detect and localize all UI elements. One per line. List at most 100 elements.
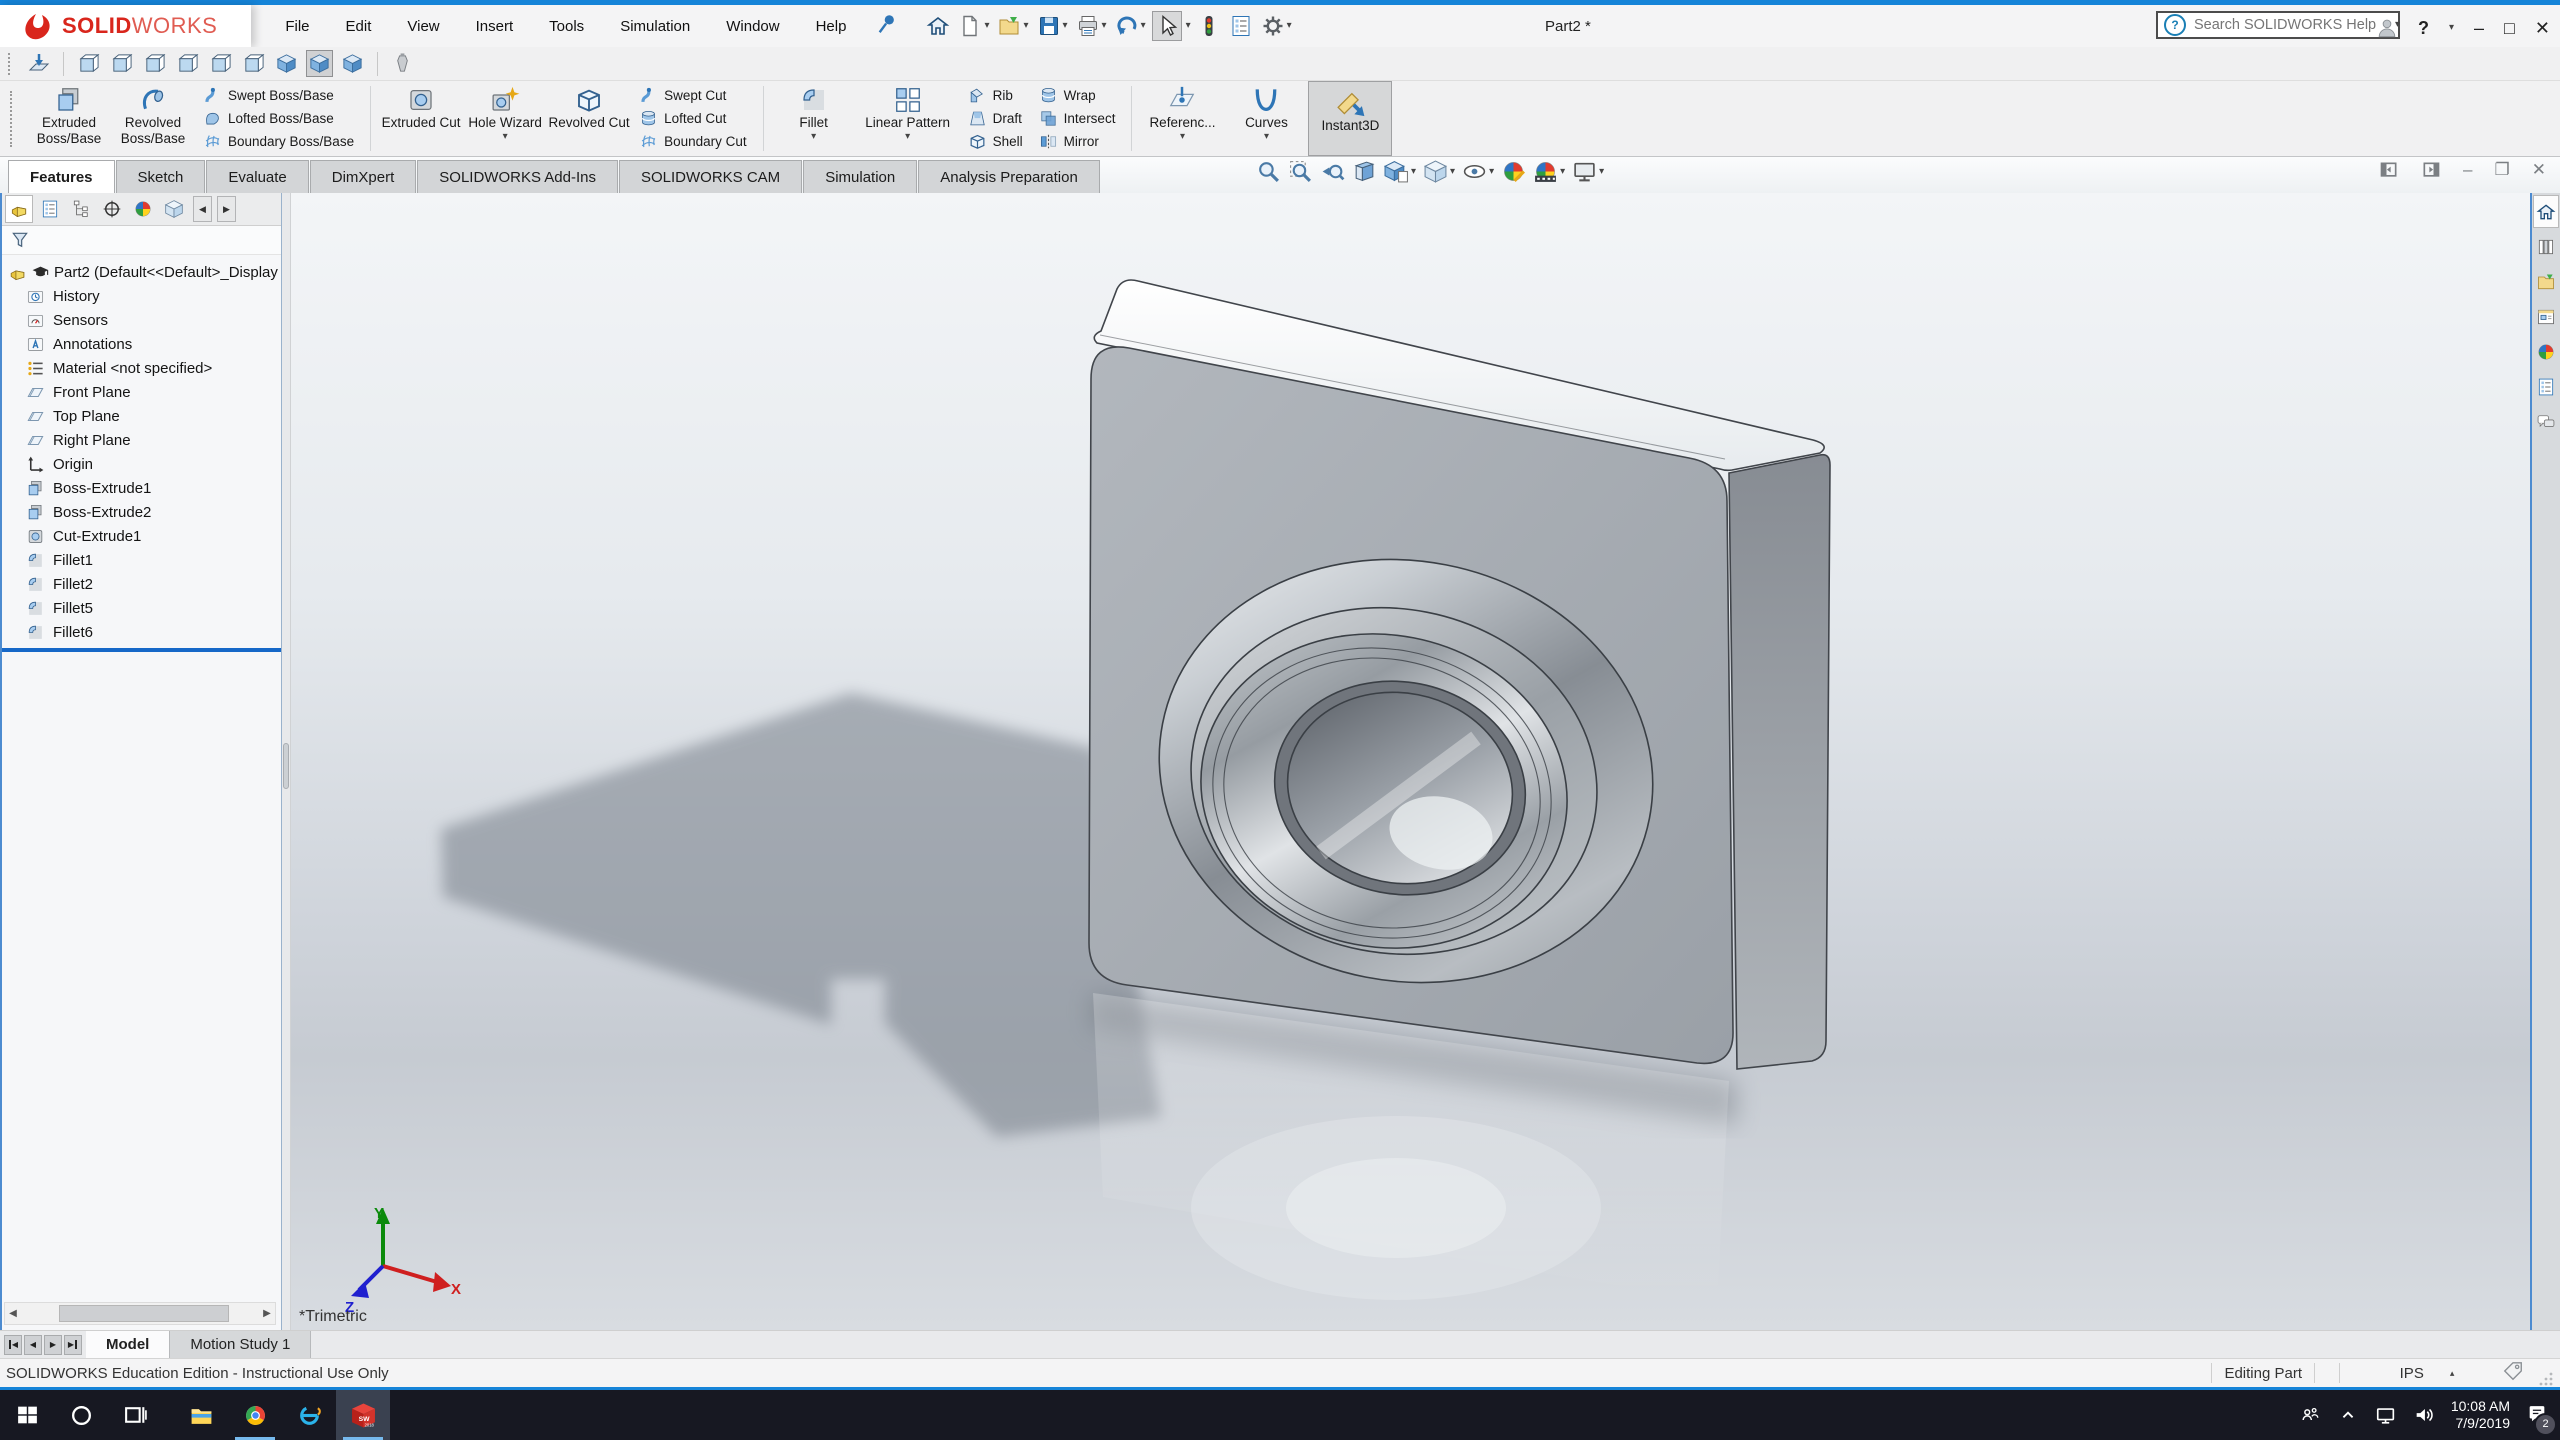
dropdown-icon[interactable]: ▾ — [1102, 21, 1107, 31]
shell-button[interactable]: Shell — [968, 131, 1023, 152]
normal-to-button[interactable] — [25, 50, 52, 77]
dimxpertmanager-tab[interactable] — [98, 195, 126, 223]
edit-appearance-button[interactable] — [1501, 159, 1526, 184]
dropdown-icon[interactable]: ▾ — [1063, 21, 1068, 31]
scrollbar-thumb[interactable] — [59, 1305, 229, 1322]
splitter-grip[interactable] — [283, 743, 289, 789]
panel-splitter[interactable] — [282, 193, 291, 1330]
hole-wizard-button[interactable]: Hole Wizard ▾ — [463, 81, 547, 156]
scroll-right-icon[interactable]: ▶ — [259, 1308, 275, 1319]
hidden-icons-chevron-icon[interactable] — [2337, 1404, 2359, 1426]
close-button[interactable]: ✕ — [2535, 18, 2550, 39]
displaymanager-tab[interactable] — [129, 195, 157, 223]
tree-item-fillet5[interactable]: Fillet5 — [2, 596, 281, 620]
instant3d-button[interactable]: Instant3D — [1308, 81, 1392, 156]
tab-solidworks-cam[interactable]: SOLIDWORKS CAM — [619, 160, 802, 193]
file-explorer-button[interactable] — [174, 1390, 228, 1440]
panel-tab-scroll-right[interactable]: ▶ — [217, 196, 236, 222]
tree-item-part-root[interactable]: Part2 (Default<<Default>_Display — [2, 260, 281, 284]
view-back-button[interactable] — [108, 50, 135, 77]
rollback-bar[interactable] — [2, 648, 281, 652]
tree-item-boss-extrude1[interactable]: Boss-Extrude1 — [2, 476, 281, 500]
taskpane-view-palette-tab[interactable] — [2533, 300, 2559, 333]
tab-simulation[interactable]: Simulation — [803, 160, 917, 193]
tab-solidworks-addins[interactable]: SOLIDWORKS Add-Ins — [417, 160, 618, 193]
solidworks-taskbar-button[interactable]: SW 2018 — [336, 1390, 390, 1440]
unit-system-selector[interactable]: IPS ▴ — [2352, 1365, 2502, 1382]
undo-button[interactable]: ▾ — [1113, 12, 1148, 40]
toolbar-drag-handle[interactable] — [8, 53, 15, 75]
graphics-viewport[interactable]: Y X Z *Trimetric — [291, 193, 2530, 1330]
display-style-button[interactable]: ▾ — [1423, 159, 1455, 184]
fillet-button[interactable]: Fillet ▾ — [772, 81, 856, 156]
dropdown-icon[interactable]: ▾ — [503, 132, 508, 142]
revolved-cut-button[interactable]: Revolved Cut — [547, 81, 631, 156]
dropdown-icon[interactable]: ▾ — [1450, 167, 1455, 177]
resize-grip[interactable] — [2538, 1371, 2554, 1387]
view-isometric-button[interactable] — [273, 50, 300, 77]
motion-study-tab[interactable]: Motion Study 1 — [170, 1331, 311, 1358]
dropdown-icon[interactable]: ▾ — [905, 132, 910, 142]
dropdown-icon[interactable]: ▾ — [811, 132, 816, 142]
taskpane-appearances-tab[interactable] — [2533, 335, 2559, 368]
dropdown-icon[interactable]: ▾ — [1599, 167, 1604, 177]
draft-button[interactable]: Draft — [968, 108, 1023, 129]
lofted-boss-button[interactable]: Lofted Boss/Base — [203, 108, 354, 129]
tags-button[interactable] — [2502, 1360, 2524, 1386]
taskpane-forum-tab[interactable] — [2533, 405, 2559, 438]
menu-simulation[interactable]: Simulation — [620, 18, 690, 35]
extruded-boss-button[interactable]: Extruded Boss/Base — [27, 81, 111, 156]
tab-analysis-preparation[interactable]: Analysis Preparation — [918, 160, 1100, 193]
taskpane-home-tab[interactable] — [2533, 195, 2559, 228]
collapse-right-panel-icon[interactable] — [2421, 160, 2441, 180]
tree-item-boss-extrude2[interactable]: Boss-Extrude2 — [2, 500, 281, 524]
tab-dimxpert[interactable]: DimXpert — [310, 160, 417, 193]
new-document-button[interactable]: ▾ — [956, 12, 991, 40]
dropdown-icon[interactable]: ▾ — [1560, 167, 1565, 177]
view-left-button[interactable] — [141, 50, 168, 77]
view-top-button[interactable] — [207, 50, 234, 77]
wrap-button[interactable]: Wrap — [1039, 85, 1116, 106]
tree-item-fillet2[interactable]: Fillet2 — [2, 572, 281, 596]
action-center-button[interactable]: 2 — [2526, 1402, 2548, 1429]
doc-minimize-button[interactable]: – — [2463, 160, 2472, 180]
propertymanager-tab[interactable] — [36, 195, 64, 223]
options-button[interactable]: ▾ — [1259, 12, 1294, 40]
reference-geometry-button[interactable]: Referenc... ▾ — [1140, 81, 1224, 156]
tree-horizontal-scrollbar[interactable]: ◀ ▶ — [4, 1302, 276, 1325]
doc-restore-button[interactable]: ❐ — [2495, 160, 2510, 180]
view-selector-button[interactable] — [389, 50, 416, 77]
search-input[interactable] — [2192, 16, 2383, 34]
view-orientation-button[interactable]: ▾ — [1384, 159, 1416, 184]
model-3d-view[interactable] — [291, 193, 2530, 1330]
tree-item-cut-extrude1[interactable]: Cut-Extrude1 — [2, 524, 281, 548]
dropdown-icon[interactable]: ▾ — [1287, 21, 1292, 31]
next-tab-button[interactable]: ▶ — [44, 1335, 62, 1355]
featuremanager-tree-tab[interactable] — [5, 195, 33, 223]
volume-icon[interactable] — [2413, 1404, 2435, 1426]
tree-item-origin[interactable]: Origin — [2, 452, 281, 476]
view-trimetric-button[interactable] — [306, 50, 333, 77]
model-tab[interactable]: Model — [86, 1331, 170, 1358]
dropdown-icon[interactable]: ▾ — [984, 21, 989, 31]
menu-edit[interactable]: Edit — [346, 18, 372, 35]
hide-show-items-button[interactable]: ▾ — [1462, 159, 1494, 184]
dropdown-icon[interactable]: ▾ — [1489, 167, 1494, 177]
collapse-left-panel-icon[interactable] — [2379, 160, 2399, 180]
menu-file[interactable]: File — [285, 18, 309, 35]
tree-item-material[interactable]: Material <not specified> — [2, 356, 281, 380]
lofted-cut-button[interactable]: Lofted Cut — [639, 108, 747, 129]
previous-view-button[interactable] — [1320, 159, 1345, 184]
tab-sketch[interactable]: Sketch — [116, 160, 206, 193]
tree-item-sensors[interactable]: Sensors — [2, 308, 281, 332]
zoom-to-fit-button[interactable] — [1256, 159, 1281, 184]
select-tool-button[interactable] — [1152, 11, 1182, 41]
maximize-button[interactable]: □ — [2504, 18, 2515, 39]
tree-item-fillet1[interactable]: Fillet1 — [2, 548, 281, 572]
dropdown-icon[interactable]: ▾ — [1023, 21, 1028, 31]
cam-tree-tab[interactable] — [160, 195, 188, 223]
filter-funnel-icon[interactable] — [10, 230, 30, 250]
zoom-to-area-button[interactable] — [1288, 159, 1313, 184]
view-front-button[interactable] — [75, 50, 102, 77]
configurationmanager-tab[interactable] — [67, 195, 95, 223]
